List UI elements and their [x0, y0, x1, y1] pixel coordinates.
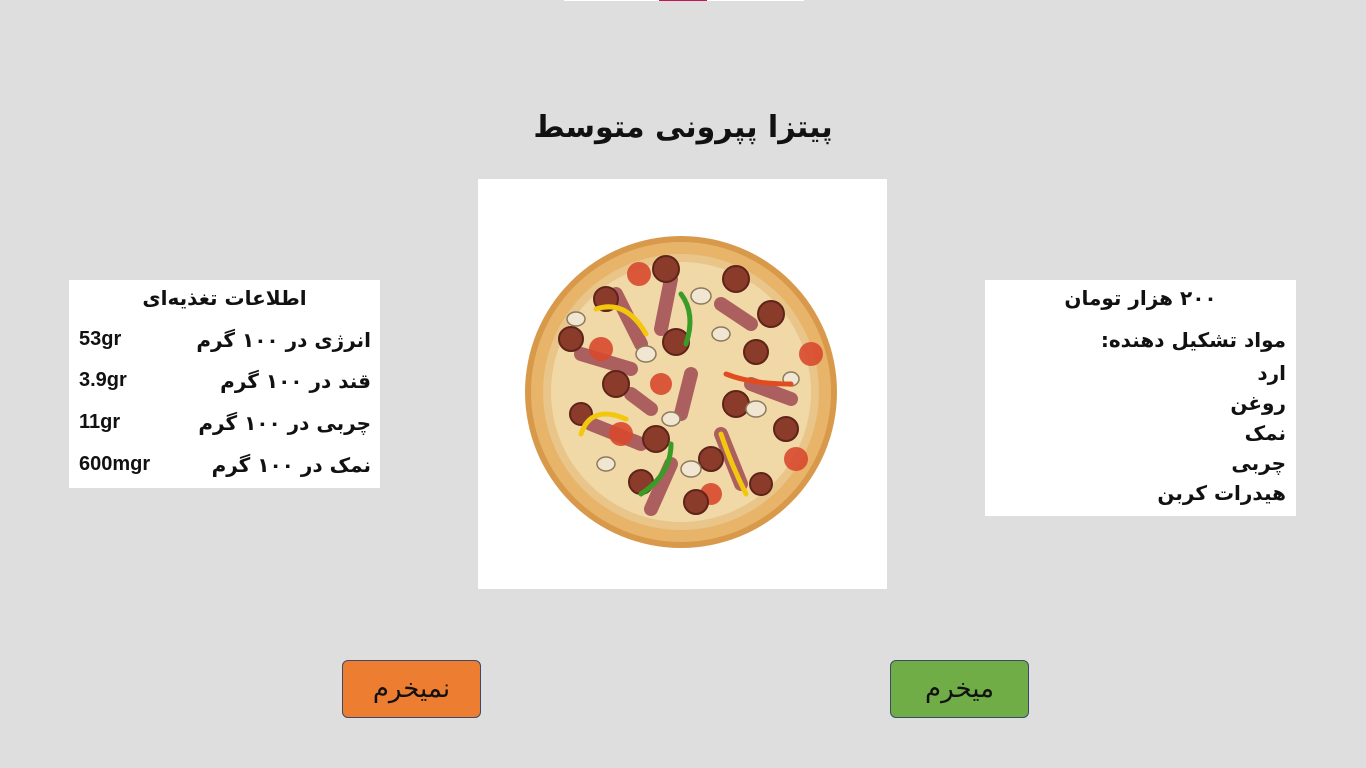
nutrition-label: انرژی در ۱۰۰ گرم — [196, 328, 371, 352]
nutrition-label: چربی در ۱۰۰ گرم — [198, 411, 371, 435]
ingredient-item: هیدرات کربن — [1157, 481, 1286, 505]
ingredients-list: ارد روغن نمک چربی هیدرات کربن — [1157, 358, 1286, 508]
nutrition-row-sugar: قند در ۱۰۰ گرم 3.9gr — [79, 369, 371, 399]
top-indicator-bar — [564, 0, 804, 1]
buy-button[interactable]: میخرم — [890, 660, 1029, 718]
price-label: ۲۰۰ هزار تومان — [1064, 286, 1217, 310]
nutrition-value: 600mgr — [79, 453, 151, 475]
buy-button-label: میخرم — [925, 674, 994, 704]
nutrition-value: 11gr — [79, 411, 121, 433]
ingredient-item: نمک — [1244, 421, 1286, 445]
nutrition-row-energy: انرژی در ۱۰۰ گرم 53gr — [79, 328, 371, 358]
reject-button-label: نمیخرم — [372, 674, 451, 704]
top-indicator-accent — [659, 0, 707, 1]
product-title: پیتزا پپرونی متوسط — [533, 110, 833, 145]
ingredients-title: مواد تشکیل دهنده: — [1100, 328, 1286, 352]
reject-button[interactable]: نمیخرم — [342, 660, 481, 718]
nutrition-title: اطلاعات تغذیه‌ای — [142, 286, 307, 310]
pizza-image — [525, 236, 837, 548]
nutrition-label: نمک در ۱۰۰ گرم — [211, 453, 371, 477]
product-info-panel: ۲۰۰ هزار تومان مواد تشکیل دهنده: ارد روغ… — [985, 280, 1296, 516]
ingredient-item: ارد — [1257, 361, 1286, 385]
nutrition-panel: اطلاعات تغذیه‌ای انرژی در ۱۰۰ گرم 53gr ق… — [69, 280, 380, 488]
ingredient-item: روغن — [1230, 391, 1286, 415]
nutrition-value: 53gr — [79, 328, 122, 350]
ingredient-item: چربی — [1231, 451, 1286, 475]
nutrition-value: 3.9gr — [79, 369, 127, 391]
nutrition-label: قند در ۱۰۰ گرم — [220, 369, 371, 393]
nutrition-row-fat: چربی در ۱۰۰ گرم 11gr — [79, 411, 371, 441]
nutrition-row-salt: نمک در ۱۰۰ گرم 600mgr — [79, 453, 371, 483]
product-image-frame — [478, 179, 887, 589]
